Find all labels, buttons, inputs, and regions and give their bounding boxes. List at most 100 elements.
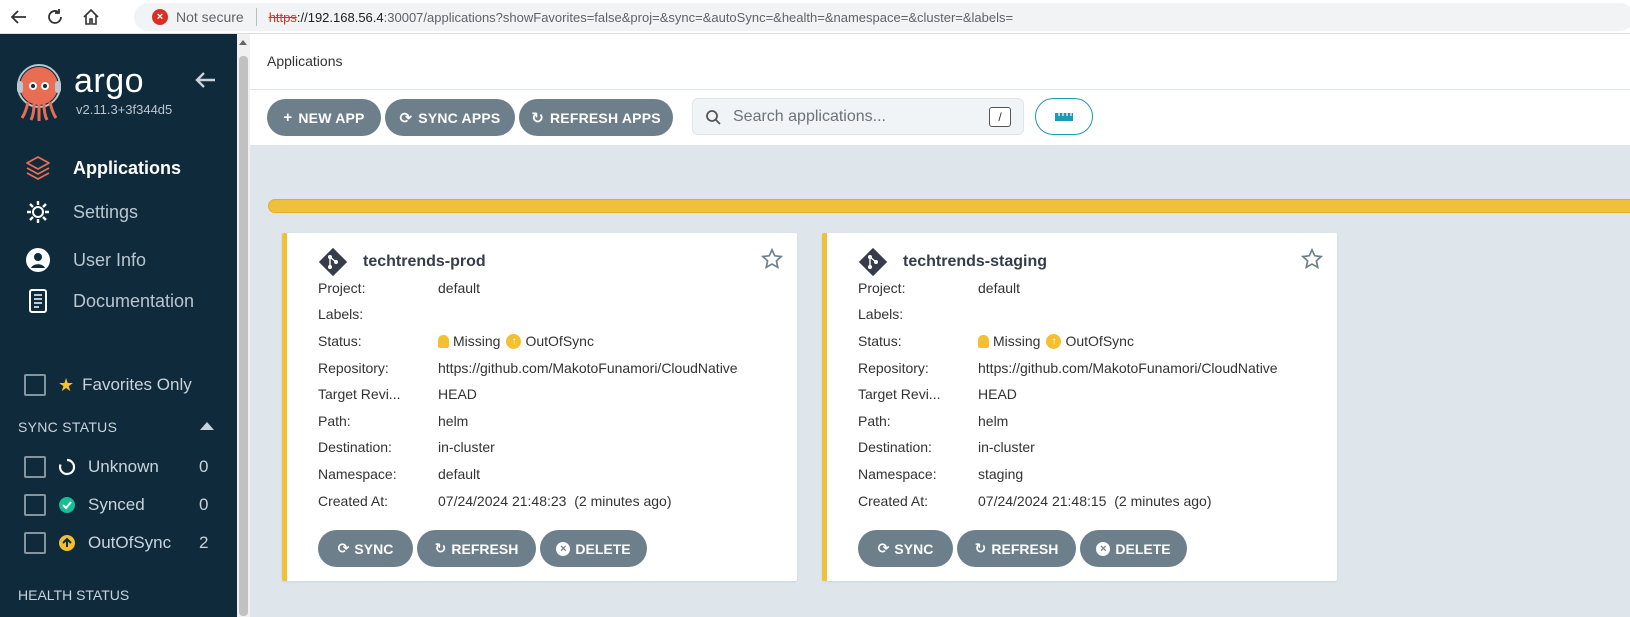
field-label: Status: — [318, 333, 362, 349]
field-label: Namespace: — [318, 466, 397, 482]
field-value: staging — [978, 466, 1024, 482]
favorites-only-toggle[interactable]: ★ Favorites Only — [24, 374, 192, 396]
field-value: in-cluster — [978, 439, 1035, 455]
argo-octopus-logo — [17, 64, 61, 121]
git-icon — [318, 247, 348, 277]
star-icon: ★ — [58, 374, 75, 395]
search-icon — [706, 109, 721, 125]
address-bar[interactable]: × Not secure https://192.168.56.4:30007/… — [134, 3, 1630, 31]
app-card[interactable]: techtrends-staging Project: default Label… — [822, 233, 1337, 581]
home-button[interactable] — [76, 2, 106, 32]
collapse-caret-icon[interactable] — [200, 422, 214, 430]
sync-status-heading: SYNC STATUS — [18, 419, 118, 435]
delete-button[interactable]: × DELETE — [540, 530, 647, 567]
field-value: default — [438, 466, 481, 482]
field-label: Namespace: — [858, 466, 937, 482]
health-status: Missing — [993, 333, 1041, 349]
refresh-icon: ↻ — [531, 109, 544, 127]
filter-checkbox[interactable] — [24, 494, 46, 516]
status-value: Missing ↑ OutOfSync — [438, 333, 594, 349]
refresh-icon: ↻ — [434, 540, 447, 556]
nav-label: Applications — [73, 157, 182, 178]
field-label: Project: — [318, 280, 366, 296]
favorites-checkbox[interactable] — [24, 374, 46, 396]
browser-toolbar: × Not secure https://192.168.56.4:30007/… — [0, 0, 1630, 34]
nav-applications[interactable]: Applications — [0, 148, 237, 188]
filter-outofsync[interactable]: OutOfSync 2 — [24, 530, 224, 556]
filter-synced[interactable]: Synced 0 — [24, 492, 224, 518]
sync-apps-button[interactable]: ⟳ SYNC APPS — [385, 99, 515, 136]
app-card[interactable]: techtrends-prod Project: default Labels: … — [282, 233, 797, 581]
ghost-icon — [978, 334, 989, 348]
button-label: REFRESH — [991, 540, 1059, 557]
field-value: 07/24/2024 21:48:15 (2 minutes ago) — [978, 493, 1212, 509]
field-value: default — [438, 280, 481, 296]
field-label: Destination: — [318, 439, 392, 455]
delete-button[interactable]: × DELETE — [1080, 530, 1187, 567]
nav-user-info[interactable]: User Info — [0, 240, 237, 280]
filter-checkbox[interactable] — [24, 456, 46, 478]
filter-count: 2 — [199, 533, 209, 552]
field-value: https://github.com/MakotoFunamori/CloudN… — [978, 360, 1278, 376]
app-card-header: techtrends-staging — [858, 247, 1047, 277]
collapse-sidebar-button[interactable] — [192, 66, 220, 94]
url-path: :30007/applications?showFavorites=false&… — [383, 9, 1014, 25]
filter-checkbox[interactable] — [24, 532, 46, 554]
scroll-up-arrow-icon[interactable] — [239, 40, 247, 45]
security-label[interactable]: Not secure — [176, 9, 244, 25]
close-circle-icon: × — [556, 541, 571, 556]
nav-documentation[interactable]: Documentation — [0, 281, 237, 321]
field-value: in-cluster — [438, 439, 495, 455]
field-label: Created At: — [858, 493, 929, 509]
field-label: Path: — [318, 413, 351, 429]
field-value: helm — [978, 413, 1009, 429]
field-value: HEAD — [978, 386, 1017, 402]
refresh-button[interactable]: ↻ REFRESH — [417, 530, 536, 567]
favorite-star-icon[interactable] — [1301, 248, 1323, 270]
view-mode-button[interactable] — [1035, 98, 1093, 135]
back-button[interactable] — [4, 2, 34, 32]
app-name[interactable]: techtrends-prod — [363, 253, 486, 271]
reload-button[interactable] — [40, 2, 70, 32]
field-label: Target Revi... — [858, 386, 941, 402]
search-box[interactable]: / — [692, 98, 1024, 135]
field-label: Destination: — [858, 439, 932, 455]
arrow-left-icon — [10, 9, 26, 24]
field-label: Path: — [858, 413, 891, 429]
field-label: Labels: — [858, 306, 904, 322]
sidebar-scrollbar[interactable] — [237, 34, 250, 617]
book-icon — [24, 287, 52, 315]
search-input[interactable] — [733, 107, 973, 126]
sync-icon: ⟳ — [337, 540, 350, 556]
version-label: v2.11.3+3f344d5 — [76, 102, 173, 117]
main-content: Applications + NEW APP ⟳ SYNC APPS ↻ REFRES… — [250, 34, 1630, 617]
app-name[interactable]: techtrends-staging — [903, 253, 1047, 271]
url-text[interactable]: https://192.168.56.4:30007/applications?… — [269, 10, 1013, 25]
not-secure-icon[interactable]: × — [152, 9, 168, 25]
ruler-icon — [1055, 112, 1073, 121]
refresh-apps-button[interactable]: ↻ REFRESH APPS — [519, 99, 673, 136]
layers-icon — [24, 154, 52, 182]
field-label: Labels: — [318, 306, 364, 322]
gear-icon — [24, 198, 52, 226]
field-label: Project: — [858, 280, 906, 296]
sync-button[interactable]: ⟳ SYNC — [318, 530, 413, 567]
arrow-left-icon — [195, 72, 215, 88]
sync-button[interactable]: ⟳ SYNC — [858, 530, 953, 567]
status-value: Missing ↑ OutOfSync — [978, 333, 1134, 349]
scroll-thumb[interactable] — [239, 56, 248, 616]
reload-icon — [48, 8, 62, 24]
git-icon — [858, 247, 888, 277]
button-label: REFRESH — [451, 540, 519, 557]
new-app-button[interactable]: + NEW APP — [267, 99, 381, 136]
filter-label: OutOfSync — [88, 533, 172, 552]
button-label: SYNC — [894, 540, 934, 557]
filter-count: 0 — [199, 457, 209, 476]
filter-unknown[interactable]: Unknown 0 — [24, 454, 224, 480]
favorite-star-icon[interactable] — [761, 248, 783, 270]
nav-settings[interactable]: Settings — [0, 192, 237, 232]
field-label: Target Revi... — [318, 386, 401, 402]
check-circle-icon — [58, 496, 76, 514]
button-label: DELETE — [1115, 540, 1171, 557]
refresh-button[interactable]: ↻ REFRESH — [957, 530, 1076, 567]
